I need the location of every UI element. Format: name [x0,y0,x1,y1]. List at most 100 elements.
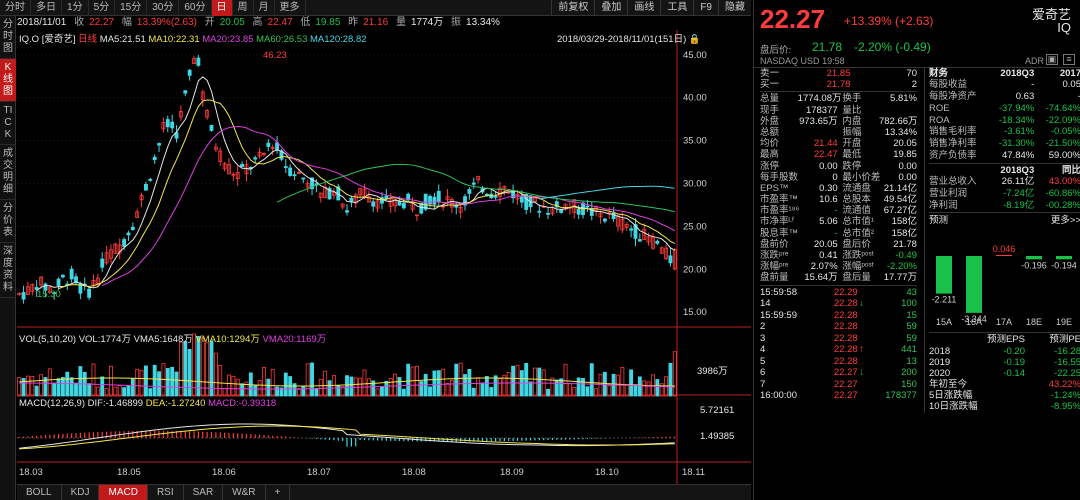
volume-bar [567,383,572,397]
volume-bar [240,383,245,397]
tick-arrow [859,333,869,345]
tick-list[interactable]: 15:59:58 22.29 43 14 22.28 ↓ 100 15:59:59 22.28 1… [760,287,917,402]
period-tab[interactable]: 1分 [62,0,89,16]
finance-header-cell: 2017 [1059,68,1080,79]
left-tab[interactable]: 深度资料 [0,243,16,298]
info-close-label: 收 [74,17,85,28]
info-low-label: 低 [300,17,311,28]
lock-icon[interactable]: 🔒 [689,34,701,45]
candle-body [537,210,542,213]
indicator-tab[interactable]: KDJ [62,485,100,500]
indicator-tab[interactable]: RSI [148,485,184,500]
stat-label: 市盈率™ [760,194,799,206]
stat-value: 1774.08万 [797,93,842,105]
candle-body [384,195,389,200]
period-tab[interactable]: 日 [211,0,233,16]
volume-bar [39,374,43,397]
candle-body [157,143,161,146]
tool-button[interactable]: 画线 [627,0,660,16]
tick-arrow: ↑ [859,344,865,356]
candle-body [288,167,293,176]
tool-button[interactable]: F9 [693,0,718,16]
volume-bar [170,366,175,397]
finance-cell: ROA [929,114,950,126]
tick-price: 22.28 [833,344,858,356]
ma120-line [539,185,675,200]
stat-value: 67.27亿 [883,205,917,217]
info-chg: 13.39%(2.63) [136,17,197,28]
period-tab[interactable]: 周 [233,0,254,16]
y-tick-label: 40.00 [683,93,707,104]
tick-price: 22.27 [833,390,858,402]
stat-value: 15.64万 [804,272,838,284]
left-tab[interactable]: 成交明细 [0,145,16,200]
volume-bar [60,376,65,397]
left-tab[interactable]: 分价表 [0,200,16,243]
candle-body [144,183,148,191]
finance-cell: - [1031,79,1035,91]
tick-time: 15:59:59 [760,309,797,321]
kline-chart[interactable]: 45.00 40.00 35.00 30.00 25.00 20.00 15.00 18.03… [17,30,751,484]
volume-bar [323,370,328,397]
period-tab[interactable]: 60分 [179,0,212,16]
tool-button[interactable]: 工具 [660,0,693,16]
candle-body [397,201,402,206]
volume-bar [47,368,52,397]
tool-button[interactable]: 前复权 [551,0,594,16]
volume-bar [646,381,651,397]
tool-button[interactable]: 隐藏 [718,0,751,16]
volume-bar [200,337,205,397]
left-tab[interactable]: TICK [0,102,16,145]
x-tick-label: 18.08 [402,467,426,478]
x-tick-label: 18.06 [212,467,236,478]
finance-column: 财务2018Q32017每股收益-0.05每股净资产0.63-ROE-37.94… [924,68,1080,413]
finance-row: 每股净资产 0.63- [929,91,1080,103]
info-open: 20.05 [219,17,245,28]
tick-vol: 59 [906,321,917,333]
vol-title: VOL(5,10,20) [19,334,77,345]
period-tabs: 分时 多日 1分 5分 15分 30分 60分日周月更多 [0,0,306,16]
volume-bar [275,386,279,397]
stat-row: 最高 22.47 最低 19.85 [760,149,917,160]
indicator-tab[interactable]: MACD [99,485,148,500]
left-tab[interactable]: 分时图 [0,16,16,59]
expand-icon[interactable]: ≡ [1063,54,1075,65]
forecast-table: 预测EPS 预测PE 2018 -0.20 -16.28 2019 -0.19 -16.55 2… [929,334,1080,412]
period-tab[interactable]: 更多 [275,0,306,16]
period-tab[interactable]: 多日 [31,0,62,16]
candle-body [493,195,498,198]
tool-button[interactable]: 叠加 [594,0,627,16]
finance-cell: 销售净利率 [929,138,977,150]
macd-title: MACD(12,26,9) [19,398,85,409]
volume-bar [454,363,459,397]
period-tab[interactable]: 分时 [0,0,31,16]
finance-cell: -31.30% [998,138,1035,150]
period-tab[interactable]: 15分 [115,0,148,16]
quote-header: 22.27 +13.39% (+2.63) 爱奇艺 IQ 盘后价: 21.78 … [754,0,1080,68]
legend-ma60: MA60:26.53 [256,34,308,45]
legend-range: 2018/03/29-2018/11/01(151日) 🔒 [557,31,701,45]
volume-bar [301,386,306,397]
candle-body [253,157,258,160]
chart-icon[interactable]: ▣ [1046,54,1058,65]
indicator-tab[interactable]: BOLL [17,485,62,500]
period-tab[interactable]: 30分 [147,0,180,16]
period-tab[interactable]: 月 [254,0,275,16]
ma10-line [58,99,676,290]
indicator-tab[interactable]: W&R [223,485,266,500]
volume-bar [213,352,218,397]
legend-ma20: MA20:23.85 [202,34,254,45]
indicator-tab[interactable]: SAR [184,485,224,500]
add-indicator-button[interactable]: + [266,485,291,500]
volume-bar [624,384,629,397]
left-tab[interactable]: K线图 [0,59,16,102]
volume-bar [432,370,437,397]
stat-label: 开盘 [842,138,862,150]
chart-canvas[interactable]: 45.00 40.00 35.00 30.00 25.00 20.00 15.00 18.03… [17,30,751,484]
volume-bar [52,382,57,397]
candle-body [585,205,590,208]
stat-label: 盘后价 [842,238,871,250]
legend-name: [爱奇艺] [41,34,76,45]
forecast-more-link[interactable]: 更多>> [1051,214,1080,228]
period-tab[interactable]: 5分 [89,0,116,16]
